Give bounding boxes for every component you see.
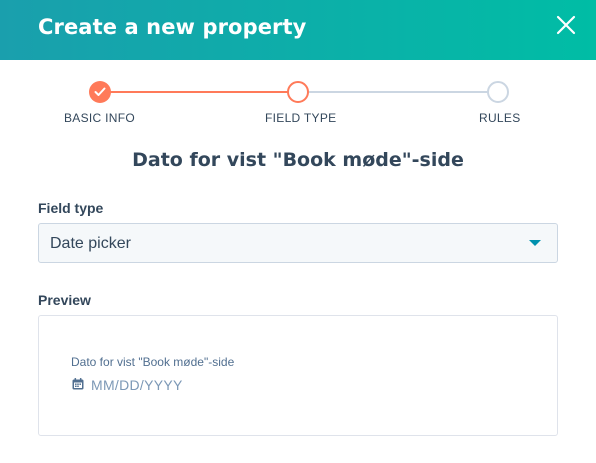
step-field-type-label: FIELD TYPE (265, 111, 337, 125)
step-rules-marker (487, 81, 509, 103)
preview-date-input[interactable]: MM/DD/YYYY (71, 376, 271, 398)
modal-title: Create a new property (38, 15, 307, 39)
field-type-select[interactable]: Date picker (38, 223, 558, 263)
modal-header: Create a new property (0, 0, 596, 60)
field-type-label: Field type (38, 200, 104, 216)
progress-stepper: BASIC INFO FIELD TYPE RULES (0, 80, 596, 130)
close-icon (556, 15, 576, 35)
field-type-selected-value: Date picker (50, 235, 131, 252)
calendar-icon (72, 378, 84, 390)
step-basic-info-marker[interactable] (89, 81, 111, 103)
step-connector-upcoming (298, 91, 498, 93)
caret-down-icon (529, 240, 541, 246)
property-name-heading: Dato for vist "Book møde"-side (132, 149, 464, 171)
preview-label: Preview (38, 292, 91, 308)
checkmark-icon (94, 87, 106, 96)
step-connector-complete (100, 91, 298, 93)
preview-field-label: Dato for vist "Book møde"-side (71, 355, 235, 369)
date-placeholder: MM/DD/YYYY (91, 377, 183, 393)
step-basic-info-label[interactable]: BASIC INFO (64, 111, 135, 125)
preview-panel: Dato for vist "Book møde"-side MM/DD/YYY… (38, 315, 558, 436)
step-field-type-marker (287, 81, 309, 103)
step-rules-label: RULES (479, 111, 521, 125)
close-button[interactable] (553, 12, 579, 38)
